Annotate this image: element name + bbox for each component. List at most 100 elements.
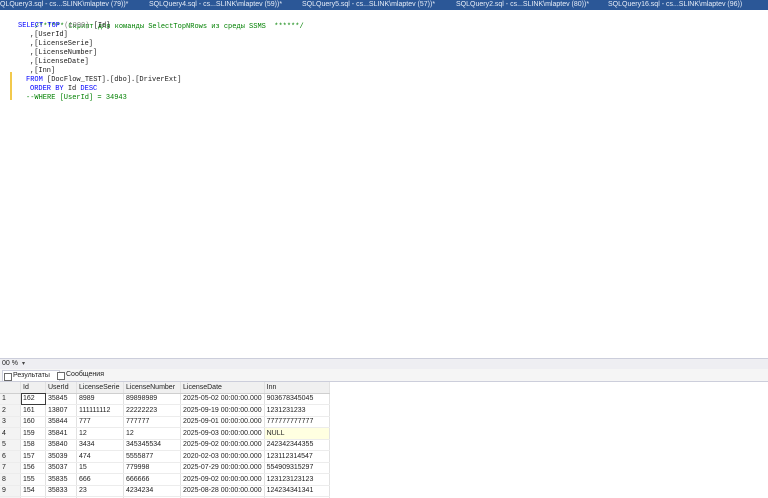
grid-cell[interactable]: 2020-02-03 00:00:00.000 [180, 450, 265, 463]
grid-cell[interactable]: 35835 [45, 473, 77, 486]
row-number[interactable]: 6 [0, 450, 21, 463]
grid-cell[interactable]: 35841 [45, 427, 77, 440]
table-row[interactable]: 6 157 35039 474 5555877 2020-02-03 00:00:00.0… [0, 450, 330, 463]
column-header[interactable]: LicenseNumber [123, 382, 181, 394]
grid-cell[interactable]: 3434 [76, 439, 124, 451]
table-row[interactable]: 8 155 35835 666 666666 2025-09-02 00:00:00.00… [0, 473, 330, 486]
select-keyword: SELECT TOP [18, 22, 65, 30]
grid-cell[interactable]: NULL [264, 427, 330, 440]
column-header[interactable] [0, 382, 21, 394]
row-number[interactable]: 3 [0, 416, 21, 428]
grid-cell[interactable]: 2025-09-19 00:00:00.000 [180, 404, 265, 417]
grid-cell[interactable]: 12 [76, 427, 124, 440]
column-header[interactable]: UserId [45, 382, 77, 394]
grid-cell[interactable]: 1231231233 [264, 404, 330, 417]
grid-cell[interactable]: 12 [123, 427, 181, 440]
grid-cell[interactable]: 111111112 [76, 404, 124, 417]
results-table: Id UserId LicenseSerie LicenseNumber License… [0, 382, 330, 498]
results-tab-bar: Результаты Сообщения [0, 369, 768, 382]
results-grid[interactable]: Id UserId LicenseSerie LicenseNumber License… [0, 382, 768, 498]
grid-cell[interactable]: 2025-09-02 00:00:00.000 [180, 439, 265, 451]
grid-cell[interactable]: 2025-05-02 00:00:00.000 [180, 393, 265, 405]
document-tab-1[interactable]: QLQuery3.sql - cs...SLINK\mlaptev (79))* [0, 0, 128, 10]
grid-cell[interactable]: 2025-09-01 00:00:00.000 [180, 416, 265, 428]
grid-cell[interactable]: 158 [20, 439, 46, 451]
document-tab-5[interactable]: SQLQuery16.sql - cs...SLINK\mlaptev (96)… [608, 0, 742, 10]
row-number[interactable]: 8 [0, 473, 21, 486]
grid-cell[interactable]: 35845 [45, 393, 77, 405]
grid-cell[interactable]: 23 [76, 485, 124, 497]
grid-cell[interactable]: 35844 [45, 416, 77, 428]
document-tab-3[interactable]: SQLQuery5.sql - cs...SLINK\mlaptev (57))… [302, 0, 435, 10]
tab-messages[interactable]: Сообщения [56, 370, 114, 380]
grid-cell[interactable]: 779998 [123, 462, 181, 474]
grid-cell[interactable]: 159 [20, 427, 46, 440]
grid-cell[interactable]: 5555877 [123, 450, 181, 463]
column-header[interactable]: LicenseSerie [76, 382, 124, 394]
grid-cell[interactable]: 242342344355 [264, 439, 330, 451]
column-header[interactable]: Inn [264, 382, 330, 394]
grid-cell[interactable]: 162 [20, 393, 46, 405]
grid-cell[interactable]: 89898989 [123, 393, 181, 405]
table-row[interactable]: 7 156 35037 15 779998 2025-07-29 00:00:00.000… [0, 462, 330, 474]
zoom-level[interactable]: 00 % [2, 359, 18, 369]
grid-cell[interactable]: 8989 [76, 393, 124, 405]
column-licenseserie: ,[LicenseSerie] [30, 40, 94, 48]
grid-cell[interactable]: 154 [20, 485, 46, 497]
grid-cell[interactable]: 35039 [45, 450, 77, 463]
order-direction: DESC [80, 85, 98, 93]
grid-cell[interactable]: 123123123123 [264, 473, 330, 486]
grid-cell[interactable]: 160 [20, 416, 46, 428]
grid-cell[interactable]: 777 [76, 416, 124, 428]
table-row[interactable]: 1 162 35845 8989 89898989 2025-05-02 00:00:00… [0, 393, 330, 405]
grid-cell[interactable]: 161 [20, 404, 46, 417]
grid-cell[interactable]: 666 [76, 473, 124, 486]
row-number[interactable]: 9 [0, 485, 21, 497]
grid-cell[interactable]: 15 [76, 462, 124, 474]
grid-cell[interactable]: 124234341341 [264, 485, 330, 497]
row-number[interactable]: 1 [0, 393, 21, 405]
grid-cell[interactable]: 2025-07-29 00:00:00.000 [180, 462, 265, 474]
grid-cell[interactable]: 157 [20, 450, 46, 463]
grid-cell[interactable]: 2025-09-03 00:00:00.000 [180, 427, 265, 440]
zoom-dropdown-icon[interactable]: ▾ [22, 359, 25, 369]
grid-cell[interactable]: 777777 [123, 416, 181, 428]
grid-cell[interactable]: 13807 [45, 404, 77, 417]
messages-icon [57, 372, 65, 380]
tab-results[interactable]: Результаты [2, 370, 60, 381]
column-licensenumber: ,[LicenseNumber] [30, 49, 98, 57]
grid-cell[interactable]: 666666 [123, 473, 181, 486]
grid-cell[interactable]: 35833 [45, 485, 77, 497]
grid-cell[interactable]: 554909315297 [264, 462, 330, 474]
document-tab-4[interactable]: SQLQuery2.sql - cs...SLINK\mlaptev (80))… [456, 0, 589, 10]
row-number[interactable]: 5 [0, 439, 21, 451]
query-editor[interactable]: /****** Скрипт для команды SelectTopNRow… [0, 10, 768, 358]
row-number[interactable]: 7 [0, 462, 21, 474]
grid-cell[interactable]: 2025-09-02 00:00:00.000 [180, 473, 265, 486]
grid-cell[interactable]: 123112314547 [264, 450, 330, 463]
row-number[interactable]: 2 [0, 404, 21, 417]
column-header[interactable]: Id [20, 382, 46, 394]
column-licensedate: ,[LicenseDate] [30, 58, 89, 66]
table-row[interactable]: 2 161 13807 111111112 22222223 2025-09-19 00:… [0, 404, 330, 417]
column-header[interactable]: LicenseDate [180, 382, 265, 394]
grid-cell[interactable]: 155 [20, 473, 46, 486]
grid-cell[interactable]: 22222223 [123, 404, 181, 417]
grid-cell[interactable]: 474 [76, 450, 124, 463]
grid-cell[interactable]: 35840 [45, 439, 77, 451]
grid-cell[interactable]: 4234234 [123, 485, 181, 497]
grid-header-row: Id UserId LicenseSerie LicenseNumber License… [0, 382, 330, 394]
grid-cell[interactable]: 35037 [45, 462, 77, 474]
grid-cell[interactable]: 2025-08-28 00:00:00.000 [180, 485, 265, 497]
table-row[interactable]: 5 158 35840 3434 345345534 2025-09-02 00:00:0… [0, 439, 330, 451]
table-row[interactable]: 3 160 35844 777 777777 2025-09-01 00:00:00.00… [0, 416, 330, 428]
zoom-bar: 00 % ▾ [0, 358, 768, 369]
document-tab-2[interactable]: SQLQuery4.sql - cs...SLINK\mlaptev (59))… [149, 0, 282, 10]
grid-cell[interactable]: 777777777777 [264, 416, 330, 428]
table-row[interactable]: 4 159 35841 12 12 2025-09-03 00:00:00.000 NULL [0, 427, 330, 440]
grid-cell[interactable]: 345345534 [123, 439, 181, 451]
grid-cell[interactable]: 156 [20, 462, 46, 474]
row-number[interactable]: 4 [0, 427, 21, 440]
table-row[interactable]: 9 154 35833 23 4234234 2025-08-28 00:00:00.00… [0, 485, 330, 497]
grid-cell[interactable]: 903678345045 [264, 393, 330, 405]
